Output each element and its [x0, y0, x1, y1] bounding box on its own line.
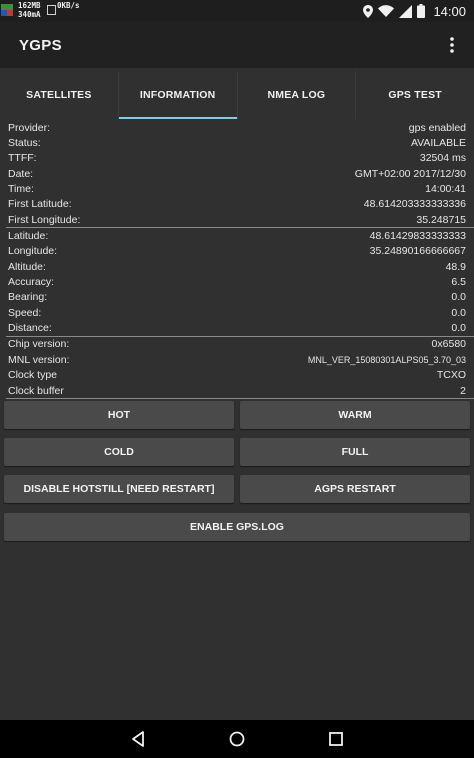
info-label: First Latitude: — [8, 198, 72, 211]
info-value: 48.614203333333336 — [363, 198, 466, 211]
information-panel: Provider: gps enabled Status: AVAILABLE TT… — [0, 120, 474, 400]
info-label: Chip version: — [8, 338, 70, 351]
info-value: 0.0 — [451, 322, 466, 335]
info-value: gps enabled — [408, 121, 466, 134]
info-row-time: Time: 14:00:41 — [0, 181, 474, 196]
info-value: 48.9 — [445, 260, 466, 273]
network-speed: 0KB/s — [57, 1, 80, 10]
info-value: AVAILABLE — [410, 137, 466, 150]
info-row-longitude: Longitude: 35.24890166666667 — [0, 244, 474, 259]
info-row-accuracy: Accuracy: 6.5 — [0, 274, 474, 289]
agps-restart-button[interactable]: AGPS RESTART — [240, 475, 470, 503]
info-row-provider: Provider: gps enabled — [0, 120, 474, 135]
info-row-latitude: Latitude: 48.61429833333333 — [0, 228, 474, 243]
disable-hotstill-button[interactable]: DISABLE HOTSTILL [NEED RESTART] — [4, 475, 234, 503]
info-value: GMT+02:00 2017/12/30 — [354, 167, 466, 180]
info-label: Latitude: — [8, 230, 49, 243]
cold-button[interactable]: COLD — [4, 438, 234, 466]
info-row-status: Status: AVAILABLE — [0, 135, 474, 150]
info-row-ttff: TTFF: 32504 ms — [0, 151, 474, 166]
info-value: TCXO — [436, 369, 466, 382]
info-label: Speed: — [8, 306, 42, 319]
info-label: First Longitude: — [8, 213, 81, 226]
info-value: 0.0 — [451, 306, 466, 319]
info-row-clock-buffer: Clock buffer 2 — [0, 383, 474, 398]
info-label: MNL version: — [8, 353, 70, 366]
network-monitor-icon — [47, 5, 56, 15]
info-row-date: Date: GMT+02:00 2017/12/30 — [0, 166, 474, 181]
info-label: Altitude: — [8, 260, 46, 273]
warm-button[interactable]: WARM — [240, 401, 470, 429]
info-value: 48.61429833333333 — [369, 230, 466, 243]
info-row-altitude: Altitude: 48.9 — [0, 259, 474, 274]
info-label: Distance: — [8, 322, 52, 335]
info-value: 2 — [460, 384, 466, 397]
info-label: Time: — [8, 183, 34, 196]
info-value: 14:00:41 — [425, 183, 466, 196]
info-value: 0.0 — [451, 291, 466, 304]
info-value: 6.5 — [451, 276, 466, 289]
divider — [6, 398, 474, 400]
info-label: Clock type — [8, 369, 58, 382]
info-label: Accuracy: — [8, 276, 55, 289]
wifi-icon — [378, 5, 395, 17]
battery-icon — [417, 4, 426, 18]
location-icon — [363, 4, 374, 18]
tab-nmea-log[interactable]: NMEA LOG — [236, 71, 356, 119]
tab-satellites[interactable]: SATELLITES — [0, 71, 118, 119]
app-title: YGPS — [19, 37, 62, 54]
clock: 14:00 — [433, 3, 466, 19]
tab-information[interactable]: INFORMATION — [117, 71, 237, 119]
info-label: Clock buffer — [8, 384, 64, 397]
signal-icon — [399, 4, 413, 18]
info-row-chip-version: Chip version: 0x6580 — [0, 337, 474, 352]
more-vert-icon[interactable] — [448, 36, 456, 54]
info-label: Provider: — [8, 121, 51, 134]
memory-readout: 162MB 340mA — [18, 1, 41, 19]
info-value: 35.248715 — [416, 213, 466, 226]
full-button[interactable]: FULL — [240, 438, 470, 466]
info-row-bearing: Bearing: 0.0 — [0, 290, 474, 305]
app-bar: YGPS — [0, 22, 474, 68]
navigation-bar — [0, 720, 474, 758]
info-row-first-longitude: First Longitude: 35.248715 — [0, 212, 474, 227]
info-value: MNL_VER_15080301ALPS05_3.70_03 — [307, 354, 466, 365]
info-label: Bearing: — [8, 291, 48, 304]
info-value: 32504 ms — [419, 152, 466, 165]
info-label: Date: — [8, 167, 34, 180]
notification-icon — [1, 4, 13, 16]
back-icon[interactable] — [129, 730, 147, 748]
tab-bar: SATELLITES INFORMATION NMEA LOG GPS TEST — [0, 71, 474, 119]
hot-button[interactable]: HOT — [4, 401, 234, 429]
info-row-first-latitude: First Latitude: 48.614203333333336 — [0, 197, 474, 212]
info-label: Status: — [8, 137, 41, 150]
info-label: Longitude: — [8, 245, 58, 258]
info-row-speed: Speed: 0.0 — [0, 305, 474, 320]
info-value: 35.24890166666667 — [369, 245, 466, 258]
info-row-distance: Distance: 0.0 — [0, 320, 474, 335]
recents-icon[interactable] — [327, 730, 345, 748]
info-row-mnl-version: MNL version: MNL_VER_15080301ALPS05_3.70_… — [0, 352, 474, 367]
info-row-clock-type: Clock type TCXO — [0, 368, 474, 383]
tab-gps-test[interactable]: GPS TEST — [355, 71, 474, 119]
status-bar: 162MB 340mA 0KB/s 14:00 — [0, 0, 474, 22]
enable-gps-log-button[interactable]: ENABLE GPS.LOG — [4, 513, 470, 541]
home-icon[interactable] — [228, 730, 246, 748]
info-label: TTFF: — [8, 152, 37, 165]
info-value: 0x6580 — [431, 338, 466, 351]
